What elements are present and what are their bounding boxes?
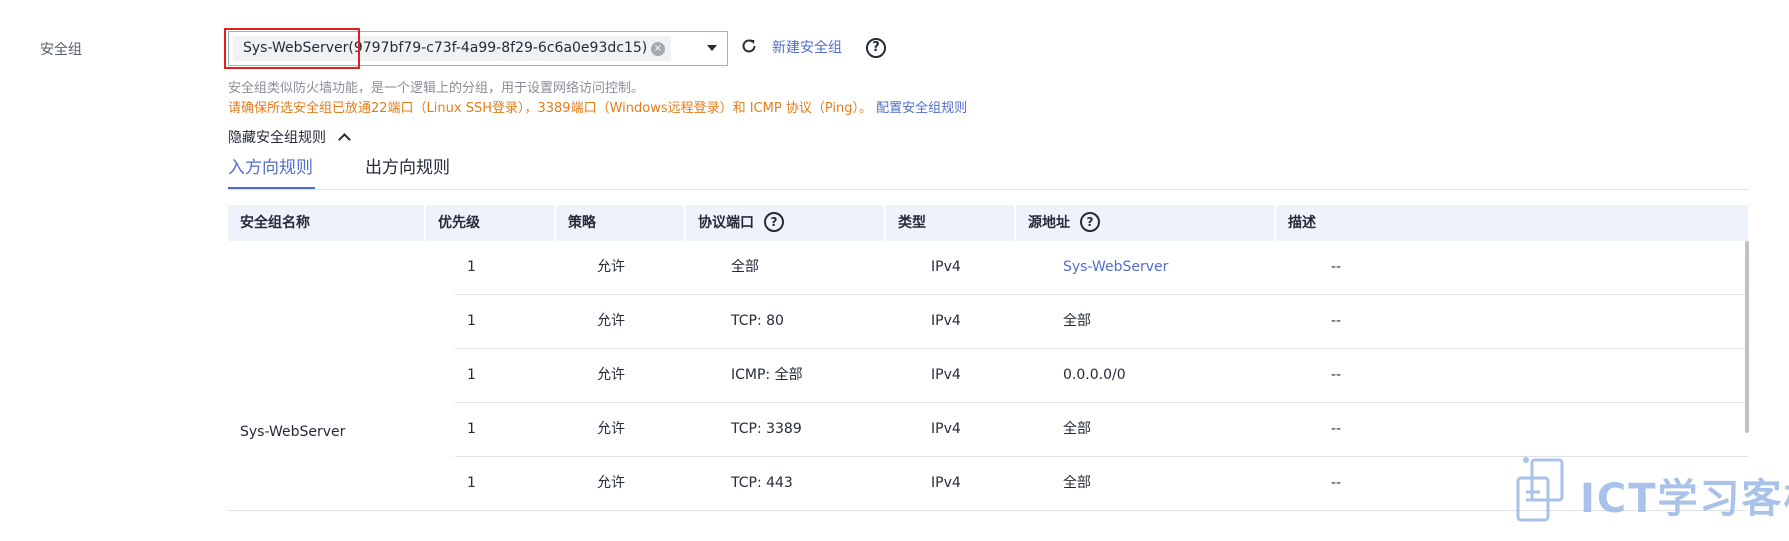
hide-rules-toggle[interactable]: 隐藏安全组规则 bbox=[228, 127, 352, 147]
help-icon[interactable]: ? bbox=[1080, 212, 1100, 232]
port-warning: 请确保所选安全组已放通22端口（Linux SSH登录），3389端口（Wind… bbox=[228, 97, 967, 116]
cell-type: IPv4 bbox=[931, 313, 961, 329]
watermark-text: ICT学习客栈 bbox=[1580, 476, 1789, 522]
table-row: 1 允许 ICMP: 全部 IPv4 0.0.0.0/0 -- bbox=[455, 349, 1748, 403]
port-warning-text: 请确保所选安全组已放通22端口（Linux SSH登录），3389端口（Wind… bbox=[228, 101, 872, 116]
table-row: 1 允许 TCP: 80 IPv4 全部 -- bbox=[455, 295, 1748, 349]
clear-icon[interactable]: × bbox=[651, 42, 665, 56]
help-icon[interactable]: ? bbox=[866, 38, 886, 58]
cell-source: 全部 bbox=[1063, 421, 1091, 437]
cell-source-link[interactable]: Sys-WebServer bbox=[1063, 241, 1168, 294]
column-header-protocol-port-label: 协议端口 bbox=[698, 215, 754, 231]
refresh-icon[interactable] bbox=[740, 37, 758, 55]
column-header-protocol-port: 协议端口? bbox=[686, 205, 784, 241]
table-header: 安全组名称 优先级 策略 协议端口? 类型 源地址? 描述 bbox=[228, 205, 1748, 241]
cell-type: IPv4 bbox=[931, 475, 961, 491]
cell-priority: 1 bbox=[467, 367, 476, 383]
cell-port: 全部 bbox=[731, 259, 759, 275]
config-rules-link[interactable]: 配置安全组规则 bbox=[876, 101, 967, 116]
cell-policy: 允许 bbox=[597, 259, 625, 275]
cell-port: TCP: 443 bbox=[731, 475, 793, 491]
selected-group-text: Sys-WebServer(9797bf79-c73f-4a99-8f29-6c… bbox=[243, 40, 648, 56]
column-header-group-name: 安全组名称 bbox=[240, 215, 310, 231]
cell-policy: 允许 bbox=[597, 313, 625, 329]
active-tab-indicator bbox=[228, 187, 315, 189]
chevron-up-icon bbox=[338, 133, 352, 146]
cell-type: IPv4 bbox=[931, 259, 961, 275]
cell-port: TCP: 80 bbox=[731, 313, 784, 329]
column-header-type: 类型 bbox=[898, 215, 926, 231]
watermark-logo-icon bbox=[1516, 457, 1564, 522]
table-scrollbar[interactable] bbox=[1745, 241, 1749, 433]
group-name: Sys-WebServer bbox=[240, 424, 346, 440]
cell-type: IPv4 bbox=[931, 421, 961, 437]
column-header-priority: 优先级 bbox=[438, 215, 480, 231]
cell-description: -- bbox=[1331, 313, 1342, 329]
column-header-source: 源地址? bbox=[1016, 205, 1100, 241]
cell-source: 全部 bbox=[1063, 313, 1091, 329]
selected-group-chip: Sys-WebServer(9797bf79-c73f-4a99-8f29-6c… bbox=[233, 36, 671, 61]
tab-outbound-rules[interactable]: 出方向规则 bbox=[365, 153, 450, 178]
chevron-down-icon[interactable] bbox=[707, 45, 717, 51]
hide-rules-label: 隐藏安全组规则 bbox=[228, 130, 326, 146]
cell-description: -- bbox=[1331, 475, 1342, 491]
column-header-policy: 策略 bbox=[568, 215, 596, 231]
cell-port: TCP: 3389 bbox=[731, 421, 802, 437]
rule-tabs: 入方向规则 出方向规则 bbox=[228, 150, 1748, 190]
column-header-description: 描述 bbox=[1288, 215, 1316, 231]
cell-policy: 允许 bbox=[597, 475, 625, 491]
cell-type: IPv4 bbox=[931, 367, 961, 383]
security-group-label: 安全组 bbox=[40, 42, 82, 58]
watermark: ICT学习客栈 bbox=[1514, 456, 1789, 526]
security-group-select[interactable]: Sys-WebServer(9797bf79-c73f-4a99-8f29-6c… bbox=[228, 31, 728, 66]
cell-policy: 允许 bbox=[597, 367, 625, 383]
cell-description: -- bbox=[1331, 367, 1342, 383]
cell-priority: 1 bbox=[467, 259, 476, 275]
new-security-group-link[interactable]: 新建安全组 bbox=[772, 37, 842, 57]
cell-source: 0.0.0.0/0 bbox=[1063, 367, 1126, 383]
cell-source: 全部 bbox=[1063, 475, 1091, 491]
cell-priority: 1 bbox=[467, 421, 476, 437]
table-row: 1 允许 全部 IPv4 Sys-WebServer -- bbox=[455, 241, 1748, 295]
cell-port: ICMP: 全部 bbox=[731, 367, 803, 383]
help-icon[interactable]: ? bbox=[764, 212, 784, 232]
column-header-source-label: 源地址 bbox=[1028, 215, 1070, 231]
security-group-hint: 安全组类似防火墙功能，是一个逻辑上的分组，用于设置网络访问控制。 bbox=[228, 81, 645, 96]
cell-priority: 1 bbox=[467, 475, 476, 491]
group-name-cell: Sys-WebServer bbox=[228, 241, 455, 511]
tab-inbound-rules[interactable]: 入方向规则 bbox=[228, 153, 313, 178]
cell-priority: 1 bbox=[467, 313, 476, 329]
table-row: 1 允许 TCP: 3389 IPv4 全部 -- bbox=[455, 403, 1748, 457]
cell-policy: 允许 bbox=[597, 421, 625, 437]
cell-description: -- bbox=[1331, 421, 1342, 437]
cell-description: -- bbox=[1331, 259, 1342, 275]
